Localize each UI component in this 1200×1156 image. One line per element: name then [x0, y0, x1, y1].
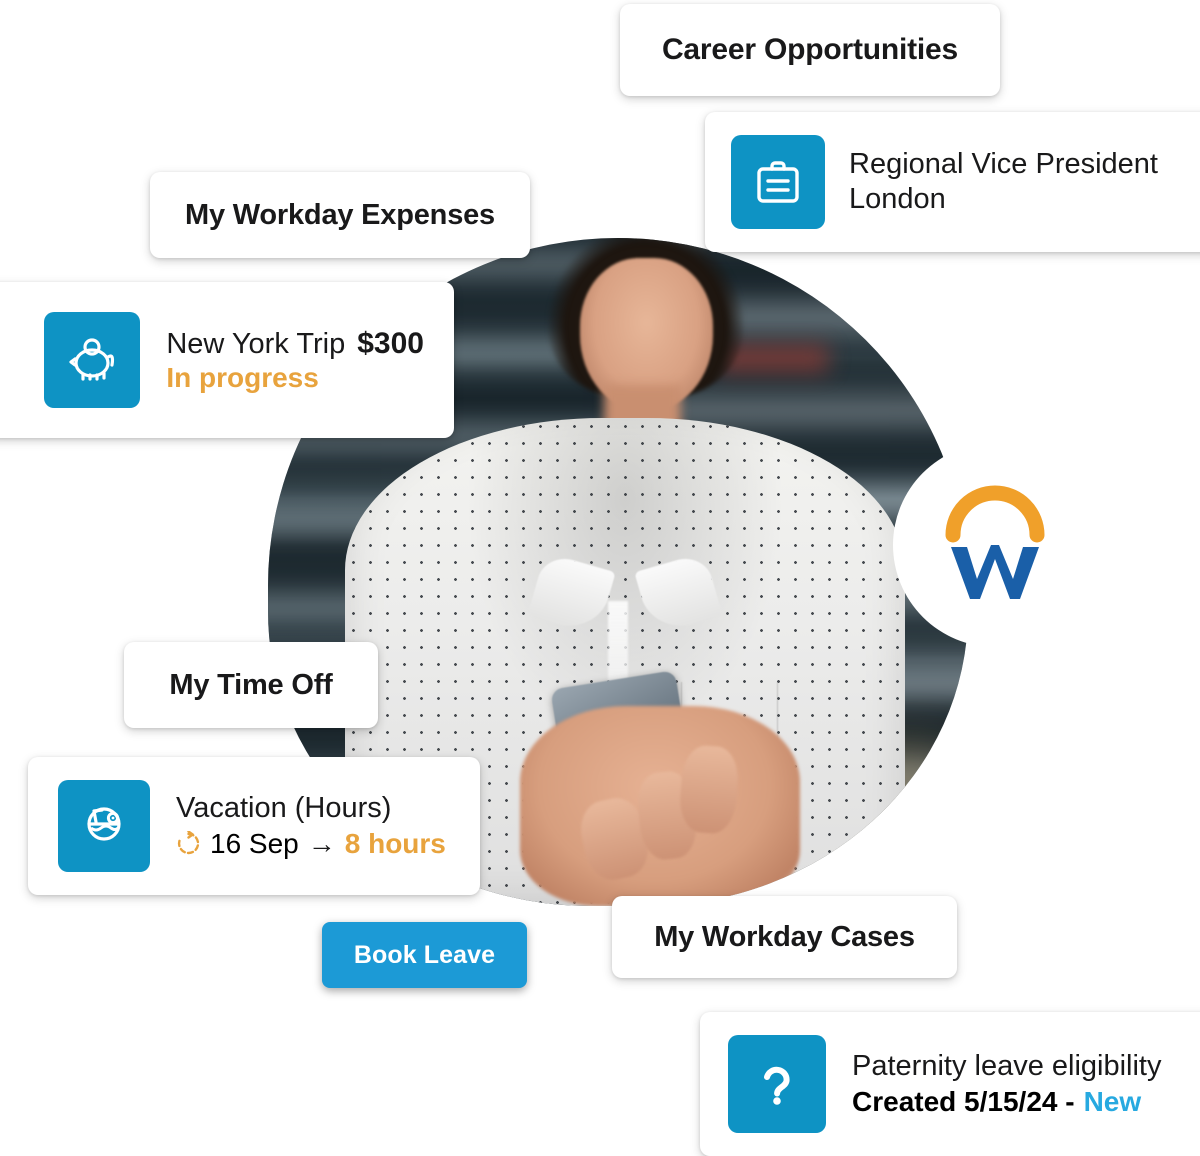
- coconut-drink-icon: [58, 780, 150, 872]
- case-created-label: Created 5/15/24 -: [852, 1086, 1075, 1118]
- career-opportunities-title: Career Opportunities: [661, 33, 959, 66]
- workday-logo-icon: [945, 485, 1045, 599]
- career-opportunity-item[interactable]: Regional Vice President London: [705, 112, 1200, 252]
- expense-item[interactable]: New York Trip $300 In progress: [0, 282, 454, 438]
- my-time-off-title: My Time Off: [169, 668, 333, 701]
- expense-name: New York Trip: [166, 327, 346, 360]
- career-opportunities-card[interactable]: Career Opportunities: [620, 4, 1000, 96]
- time-off-item[interactable]: Vacation (Hours) 16 Sep → 8 hours: [28, 757, 480, 895]
- workday-experience-hero: Career Opportunities Regional Vice Presi…: [0, 0, 1200, 1156]
- my-time-off-card[interactable]: My Time Off: [124, 642, 378, 728]
- case-subject: Paternity leave eligibility: [852, 1049, 1162, 1082]
- workday-logo-badge: [893, 443, 1097, 647]
- my-workday-expenses-card[interactable]: My Workday Expenses: [150, 172, 530, 258]
- refresh-icon: [176, 831, 201, 856]
- time-off-date: 16 Sep: [210, 828, 299, 860]
- case-item[interactable]: Paternity leave eligibility Created 5/15…: [700, 1012, 1200, 1156]
- my-workday-expenses-title: My Workday Expenses: [185, 198, 495, 231]
- briefcase-icon: [731, 135, 825, 229]
- career-opportunity-title: Regional Vice President: [849, 147, 1158, 180]
- my-workday-cases-title: My Workday Cases: [654, 920, 915, 953]
- career-opportunity-location: London: [849, 183, 946, 215]
- time-off-hours: 8 hours: [344, 828, 446, 860]
- my-workday-cases-card[interactable]: My Workday Cases: [612, 896, 957, 978]
- time-off-type: Vacation (Hours): [176, 791, 392, 824]
- expense-amount: $300: [357, 326, 424, 360]
- arrow-right-icon: →: [307, 828, 336, 860]
- question-mark-icon: [728, 1035, 826, 1133]
- book-leave-button[interactable]: Book Leave: [322, 922, 527, 988]
- piggy-bank-icon: [44, 312, 141, 408]
- case-status-badge: New: [1083, 1086, 1142, 1118]
- expense-status-badge: In progress: [166, 362, 319, 394]
